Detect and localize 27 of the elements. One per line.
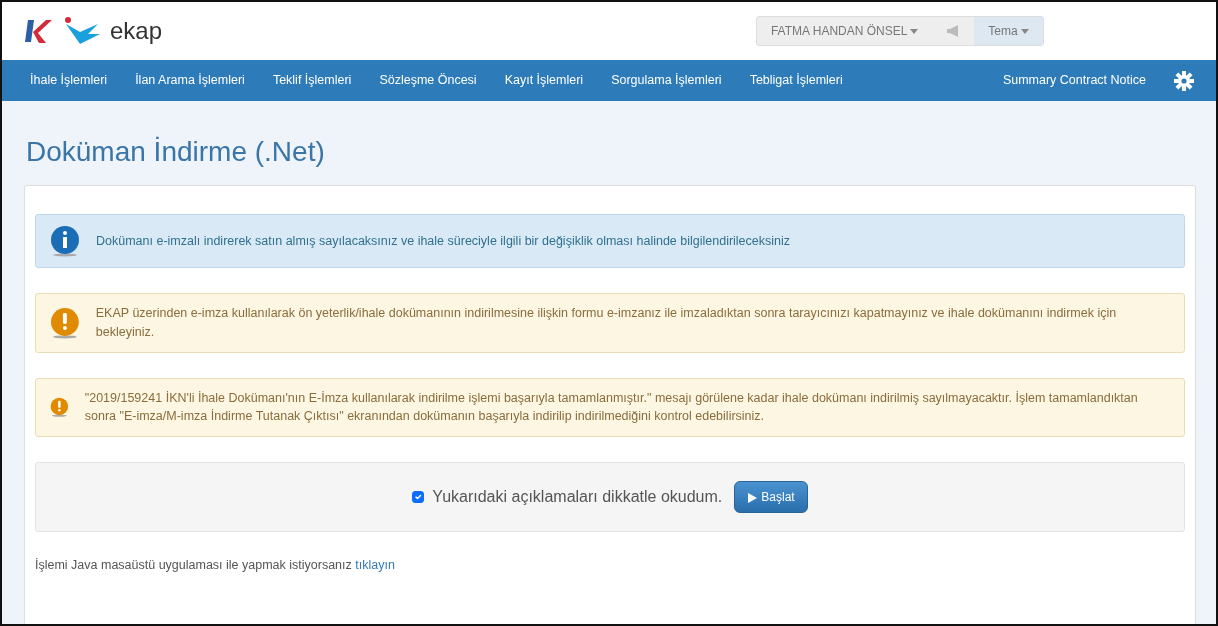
nav-item[interactable]: Sözleşme Öncesi bbox=[365, 71, 491, 90]
java-note: İşlemi Java masaüstü uygulaması ile yapmak istiyorsanız tıklayın bbox=[35, 557, 396, 574]
nav-item[interactable]: Sorgulama İşlemleri bbox=[597, 71, 736, 90]
nav-item[interactable]: İlan Arama İşlemleri bbox=[121, 71, 259, 90]
nav-item[interactable]: Teklif İşlemleri bbox=[258, 71, 366, 90]
start-button[interactable]: Başlat bbox=[734, 481, 808, 513]
warning-icon bbox=[50, 306, 80, 339]
nav-item[interactable]: Tebligat İşlemleri bbox=[735, 71, 857, 90]
theme-menu[interactable]: Tema bbox=[974, 17, 1043, 45]
java-link[interactable]: tıklayın bbox=[355, 558, 395, 572]
page-title: Doküman İndirme (.Net) bbox=[26, 135, 326, 169]
checkbox-label: Yukarıdaki açıklamaları dikkatle okudum. bbox=[432, 487, 723, 507]
play-icon bbox=[747, 492, 758, 503]
nav-item[interactable]: İhale İşlemleri bbox=[16, 71, 122, 90]
confirm-checkbox[interactable] bbox=[412, 491, 425, 503]
caret-icon bbox=[1021, 29, 1029, 35]
alert-message: Dokümanı e-imzalı indirerek satın almış sayılacaksınız ve ihale süreciyle ilgili bir değişiklik olması halinde bilgilendirileceksiniz bbox=[96, 232, 791, 250]
user-menu[interactable]: FATMA HANDAN ÖNSEL bbox=[756, 22, 933, 40]
caret-icon bbox=[910, 29, 919, 35]
nav-item[interactable]: Kayıt İşlemleri bbox=[490, 71, 598, 90]
nav-item[interactable]: Summary Contract Notice bbox=[988, 71, 1160, 90]
settings-icon[interactable] bbox=[1174, 70, 1194, 91]
logo-text: ekap bbox=[110, 16, 163, 46]
alert-message: EKAP üzerinden e-imza kullanılarak ön yeterlik/ihale dokümanının indirilmesine ilişkin formu e-imzanız ile imzaladıktan sonra tarayıcınızı kapatmayınız ve ihale dokümanını indirmek için bekleyiniz. bbox=[95, 305, 1118, 341]
alert-message: "2019/159241 İKN'li İhale Dokümanı'nın E-İmza kullanılarak indirilme işlemi başarıyla tamamlanmıştır." mesajı görülene kadar ihale dokümanı indirilmiş sayılmayacaktır. İşlem tamamlandıktan sonra "E-imza/M-imza İndirme Tutanak Çıktısı" ekranından dokümanın başarıyla indirilip indirilmediğini kontrol edebilirsiniz. bbox=[84, 389, 1139, 426]
bird-logo-icon bbox=[62, 16, 102, 46]
info-icon bbox=[50, 225, 80, 257]
